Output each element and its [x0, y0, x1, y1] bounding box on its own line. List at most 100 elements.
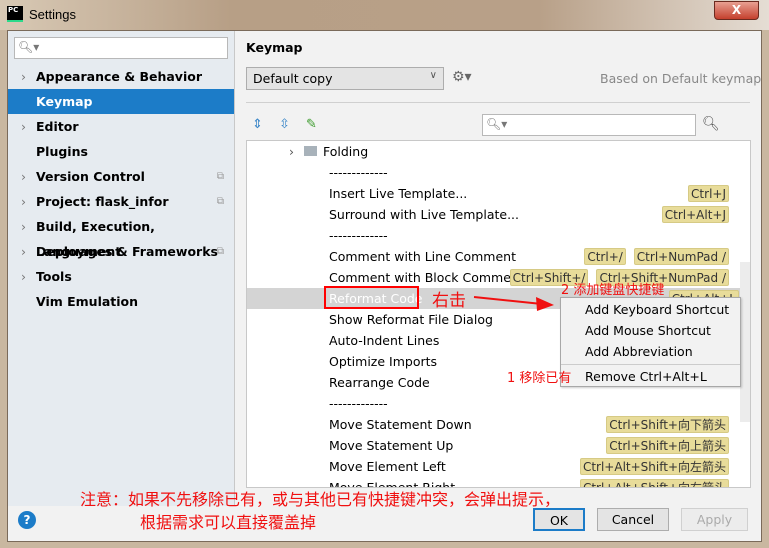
action-label: Surround with Live Template... [329, 207, 519, 222]
chevron-right-icon: › [21, 219, 26, 234]
edit-pencil-icon[interactable]: ✎ [306, 117, 317, 132]
shortcut-badge: Ctrl+Shift+向下箭头 [606, 416, 729, 433]
chevron-right-icon: › [21, 169, 26, 184]
action-label: Move Statement Up [329, 438, 454, 453]
sidebar-item-keymap[interactable]: Keymap [8, 89, 234, 114]
action-row[interactable]: Move Statement Down Ctrl+Shift+向下箭头 [247, 414, 741, 435]
menu-item-add-mouse-shortcut[interactable]: Add Mouse Shortcut [561, 320, 740, 341]
action-search-input[interactable]: 🔍︎▾ [482, 114, 696, 136]
menu-item-add-abbreviation[interactable]: Add Abbreviation [561, 341, 740, 362]
search-icon: 🔍︎▾ [18, 40, 40, 54]
action-row[interactable]: ------------- [247, 393, 741, 414]
action-label: Optimize Imports [329, 354, 438, 369]
action-label: ------------- [329, 396, 388, 411]
chevron-right-icon: › [21, 269, 26, 284]
action-row[interactable]: Comment with Line Comment Ctrl+/ Ctrl+NumP… [247, 246, 741, 267]
sidebar-item-label: Tools [36, 269, 72, 284]
action-label: ------------- [329, 228, 388, 243]
sidebar-item-tools[interactable]: › Tools [8, 264, 234, 289]
search-icon: 🔍︎▾ [486, 117, 508, 131]
chevron-right-icon: › [21, 69, 26, 84]
sidebar-item-label: Vim Emulation [36, 294, 139, 309]
folder-icon [304, 146, 317, 156]
project-scope-icon: ⧉ [216, 196, 224, 207]
action-row[interactable]: Comment with Block Comment Ctrl+Shift+/Ct… [247, 267, 741, 288]
gear-icon[interactable]: ⚙▾ [452, 69, 472, 85]
page-title: Keymap [246, 40, 303, 55]
action-row[interactable]: Surround with Live Template... Ctrl+Alt+J [247, 204, 741, 225]
shortcut-badge: Ctrl+Alt+Shift+向左箭头 [579, 458, 729, 475]
action-row[interactable]: Move Element Left Ctrl+Alt+Shift+向左箭头 [247, 456, 741, 477]
annotation-step1: 1 移除已有 [507, 371, 572, 386]
shortcut-badge: Ctrl+Alt+J [661, 206, 729, 223]
shortcut-badge: Ctrl+/ [584, 248, 626, 265]
shortcut-badge: Ctrl+Alt+Shift+向右箭头 [579, 479, 729, 487]
action-row[interactable]: Insert Live Template... Ctrl+J [247, 183, 741, 204]
folder-label: Folding [323, 144, 369, 159]
arrow-annotation [473, 296, 554, 311]
expand-all-icon[interactable]: ⇕ [252, 117, 263, 132]
action-label: ------------- [329, 165, 388, 180]
scrollbar[interactable] [740, 262, 750, 422]
sidebar-item-editor[interactable]: › Editor [8, 114, 234, 139]
action-row[interactable]: ------------- [247, 225, 741, 246]
based-on-label: Based on Default keymap [600, 71, 762, 86]
pycharm-logo-icon: PC [7, 6, 23, 22]
sidebar-item-label: Version Control [36, 169, 145, 184]
highlight-box-annotation [324, 286, 419, 309]
action-row[interactable]: ------------- [247, 162, 741, 183]
annotation-note-line1: 注意：如果不先移除已有，或与其他已有快捷键冲突，会弹出提示， [80, 490, 561, 509]
sidebar-item-label: Keymap [36, 94, 93, 109]
divider [246, 102, 750, 103]
action-label: Show Reformat File Dialog [329, 312, 493, 327]
context-menu: Add Keyboard Shortcut Add Mouse Shortcut… [560, 297, 741, 387]
help-button[interactable]: ? [18, 511, 36, 529]
action-label: Move Statement Down [329, 417, 472, 432]
menu-item-remove-shortcut[interactable]: Remove Ctrl+Alt+L [561, 366, 740, 387]
action-label: Auto-Indent Lines [329, 333, 440, 348]
sidebar-item-label: Editor [36, 119, 79, 134]
menu-divider [561, 364, 740, 365]
keymap-select-value: Default copy [253, 71, 333, 86]
window-title: Settings [29, 7, 76, 22]
close-button[interactable]: X [714, 1, 759, 20]
project-scope-icon: ⧉ [216, 171, 224, 182]
action-row[interactable]: Move Statement Up Ctrl+Shift+向上箭头 [247, 435, 741, 456]
sidebar-item-project-flask-infor[interactable]: › Project: flask_infor ⧉ [8, 189, 234, 214]
sidebar-item-version-control[interactable]: › Version Control ⧉ [8, 164, 234, 189]
find-shortcut-icon[interactable]: 🔍︎ [702, 116, 720, 132]
sidebar-item-appearance-behavior[interactable]: › Appearance & Behavior [8, 64, 234, 89]
folder-row-folding[interactable]: › Folding [247, 141, 741, 162]
settings-search-input[interactable]: 🔍︎▾ [14, 37, 228, 59]
action-label: Comment with Block Comment [329, 270, 524, 285]
sidebar-item-label: Languages & Frameworks [36, 244, 218, 259]
action-label: Move Element Left [329, 459, 446, 474]
annotation-note-line2: 根据需求可以直接覆盖掉 [140, 513, 317, 532]
action-label: Rearrange Code [329, 375, 430, 390]
chevron-right-icon: › [21, 119, 26, 134]
title-bar [0, 0, 769, 30]
shortcut-badge: Ctrl+NumPad / [633, 248, 729, 265]
chevron-right-icon: › [21, 194, 26, 209]
sidebar-item-label: Appearance & Behavior [36, 69, 202, 84]
chevron-right-icon[interactable]: › [289, 144, 294, 159]
sidebar-item-build-execution-deployment[interactable]: › Build, Execution, Deployment [8, 214, 234, 259]
action-label: Insert Live Template... [329, 186, 468, 201]
annotation-step2: 2 添加键盘快捷键 [561, 283, 665, 298]
sidebar-item-languages-frameworks[interactable]: › Languages & Frameworks ⧉ [8, 239, 234, 264]
sidebar-item-plugins[interactable]: Plugins [8, 139, 234, 164]
menu-item-add-keyboard-shortcut[interactable]: Add Keyboard Shortcut [561, 299, 740, 320]
sidebar-item-label: Plugins [36, 144, 88, 159]
apply-button[interactable]: Apply [681, 508, 748, 531]
chevron-down-icon: ∨ [429, 70, 437, 81]
keymap-select[interactable]: Default copy ∨ [246, 67, 444, 90]
chevron-right-icon: › [21, 244, 26, 259]
sidebar-item-label: Project: flask_infor [36, 194, 169, 209]
ok-button[interactable]: OK [533, 508, 585, 531]
action-label: Comment with Line Comment [329, 249, 516, 264]
cancel-button[interactable]: Cancel [597, 508, 669, 531]
sidebar-item-vim-emulation[interactable]: Vim Emulation [8, 289, 234, 314]
shortcut-badge: Ctrl+J [688, 185, 729, 202]
annotation-right-click: 右击 [432, 291, 466, 311]
collapse-all-icon[interactable]: ⇳ [279, 117, 290, 132]
